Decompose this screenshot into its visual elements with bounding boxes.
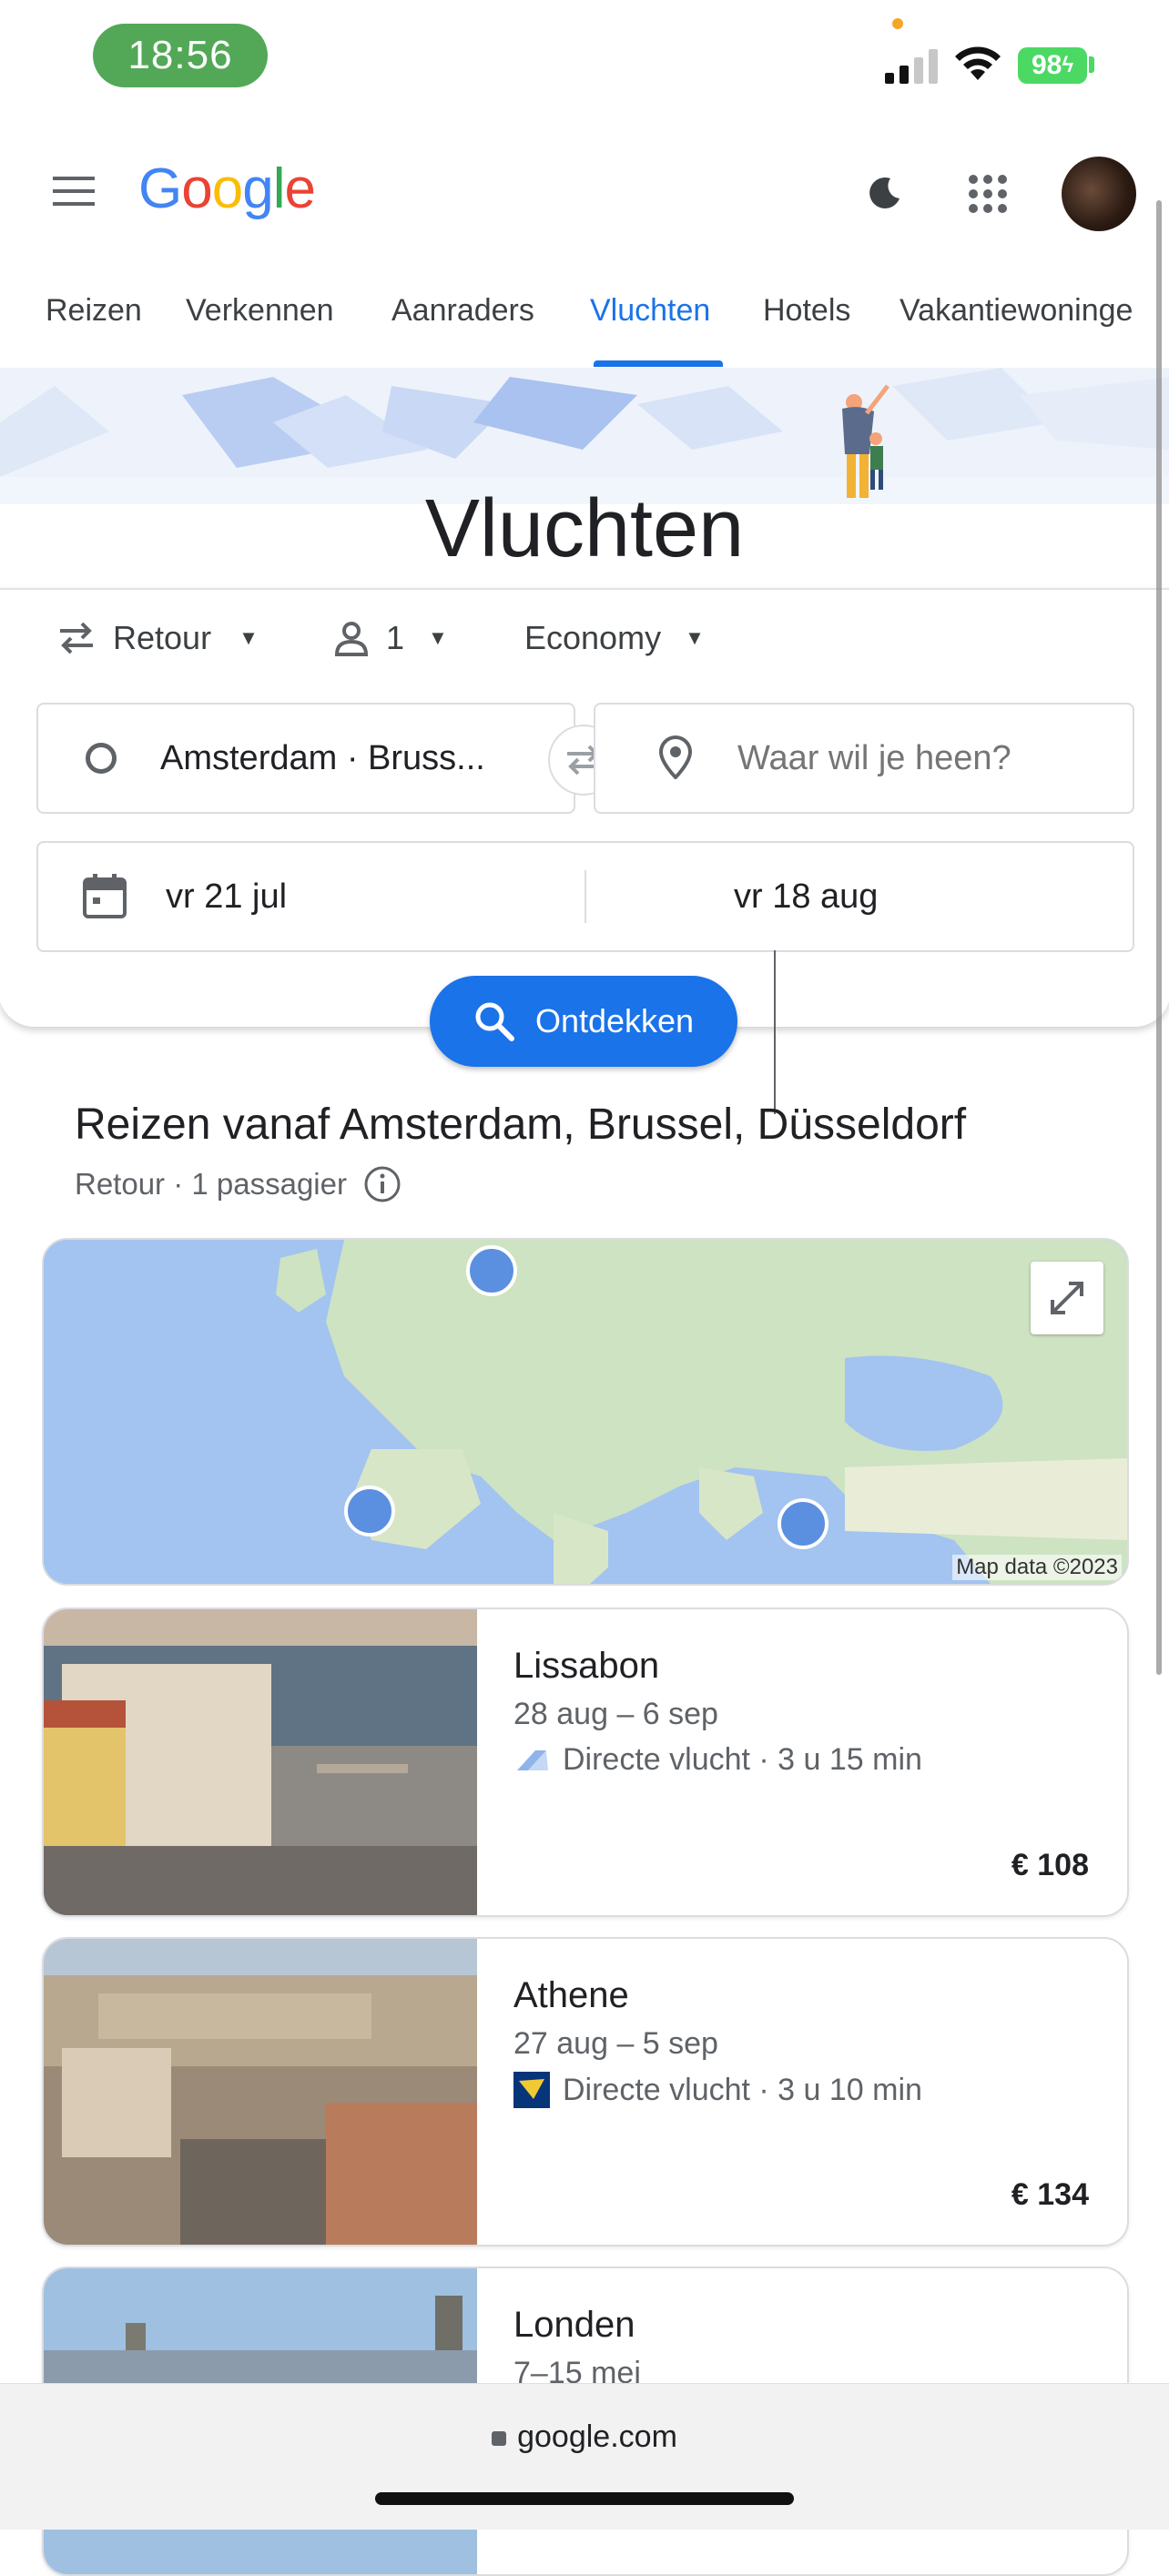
round-trip-arrows-icon <box>60 622 93 654</box>
destination-price: € 134 <box>1011 2177 1089 2212</box>
logo-letter: g <box>242 157 273 220</box>
destination-price: € 108 <box>1011 1848 1089 1882</box>
browser-bottom-bar <box>0 2383 1169 2530</box>
vertical-guide-line <box>774 950 776 1114</box>
hamburger-menu-icon[interactable] <box>51 173 97 209</box>
tab-aanraders[interactable]: Aanraders <box>391 293 534 329</box>
origin-field[interactable]: Amsterdam · Bruss... <box>36 703 575 814</box>
cabin-class-select[interactable]: Economy ▼ <box>524 619 705 657</box>
return-date[interactable]: vr 18 aug <box>734 877 878 917</box>
destination-name: Athene <box>513 1975 629 2015</box>
destination-dates: 28 aug – 6 sep <box>513 1697 718 1731</box>
lock-icon <box>492 2431 507 2447</box>
logo-letter: o <box>181 157 212 220</box>
trip-type-select[interactable]: Retour ▼ <box>56 619 259 657</box>
tab-vakantiewoningen[interactable]: Vakantiewoninge <box>900 293 1133 329</box>
google-logo[interactable]: Google <box>138 157 316 221</box>
date-field[interactable]: vr 21 jul vr 18 aug <box>36 841 1134 952</box>
destination-input[interactable] <box>736 732 1103 785</box>
logo-letter: o <box>211 157 243 220</box>
tab-hotels[interactable]: Hotels <box>763 293 850 329</box>
url-text: google.com <box>517 2419 677 2454</box>
battery-indicator: 98 ϟ <box>1018 47 1087 84</box>
chevron-down-icon: ▼ <box>685 626 705 649</box>
active-tab-indicator <box>594 360 723 367</box>
date-divider <box>584 870 586 923</box>
passengers-count: 1 <box>386 619 405 656</box>
apps-grid-icon[interactable] <box>967 173 1009 215</box>
destination-card-lissabon[interactable]: Lissabon 28 aug – 6 sep Directe vlucht ·… <box>42 1607 1129 1917</box>
origin-circle-icon <box>86 743 117 774</box>
destination-name: Londen <box>513 2305 635 2345</box>
destination-flight: Directe vlucht · 3 u 15 min <box>513 1742 922 1778</box>
location-pin-icon <box>659 735 692 779</box>
logo-letter: l <box>272 157 286 220</box>
logo-letter: G <box>138 157 182 220</box>
flight-info: Directe vlucht · 3 u 15 min <box>563 1742 922 1777</box>
map-attribution: Map data ©2023 <box>952 1555 1122 1580</box>
lissabon-photo <box>44 1609 477 1915</box>
tab-verkennen[interactable]: Verkennen <box>186 293 334 329</box>
depart-date[interactable]: vr 21 jul <box>166 877 287 917</box>
origin-value: Amsterdam · Bruss... <box>160 739 485 777</box>
airline-logo-icon <box>513 2072 550 2108</box>
account-avatar[interactable] <box>1062 157 1136 231</box>
wifi-icon <box>955 46 1001 80</box>
nav-tabs: Reizen Verkennen Aanraders Vluchten Hote… <box>0 273 1169 370</box>
destination-dates: 27 aug – 5 sep <box>513 2026 718 2061</box>
address-bar[interactable]: google.com <box>0 2419 1169 2455</box>
tab-vluchten[interactable]: Vluchten <box>590 293 710 329</box>
expand-icon <box>1051 1282 1083 1314</box>
destination-name: Lissabon <box>513 1646 660 1686</box>
airline-logo-icon <box>517 1749 548 1770</box>
chevron-down-icon: ▼ <box>239 626 259 649</box>
battery-tip <box>1089 56 1094 73</box>
person-icon <box>334 622 369 656</box>
tab-reizen[interactable]: Reizen <box>46 293 142 329</box>
section-subtitle: Retour · 1 passagier <box>75 1165 402 1203</box>
destinations-map[interactable]: Map data ©2023 <box>42 1238 1129 1586</box>
dark-mode-moon-icon[interactable] <box>867 175 903 211</box>
cellular-signal-icon <box>885 49 938 84</box>
status-notification-dot <box>892 18 903 29</box>
destination-card-athene[interactable]: Athene 27 aug – 5 sep Directe vlucht · 3… <box>42 1937 1129 2246</box>
destination-flight: Directe vlucht · 3 u 10 min <box>513 2072 922 2108</box>
home-indicator[interactable] <box>375 2492 794 2505</box>
logo-letter: e <box>284 157 315 220</box>
scrollbar[interactable] <box>1156 200 1162 1675</box>
destination-field[interactable] <box>594 703 1134 814</box>
search-icon <box>475 1002 514 1041</box>
page-title: Vluchten <box>424 483 745 574</box>
passengers-select[interactable]: 1 ▼ <box>333 619 448 657</box>
explore-button-label: Ontdekken <box>534 1002 695 1040</box>
section-title: Reizen vanaf Amsterdam, Brussel, Düsseld… <box>75 1100 967 1149</box>
calendar-icon <box>83 874 127 918</box>
explore-button[interactable]: Ontdekken <box>430 976 737 1067</box>
status-time: 18:56 <box>93 24 268 87</box>
section-subtitle-text: Retour · 1 passagier <box>75 1167 347 1201</box>
map-expand-button[interactable] <box>1031 1262 1103 1334</box>
trip-type-label: Retour <box>113 619 212 656</box>
athene-photo <box>44 1939 477 2245</box>
info-icon[interactable] <box>363 1165 402 1203</box>
chevron-down-icon: ▼ <box>428 626 448 649</box>
flight-info: Directe vlucht · 3 u 10 min <box>563 2072 922 2107</box>
cabin-class-label: Economy <box>524 619 662 656</box>
